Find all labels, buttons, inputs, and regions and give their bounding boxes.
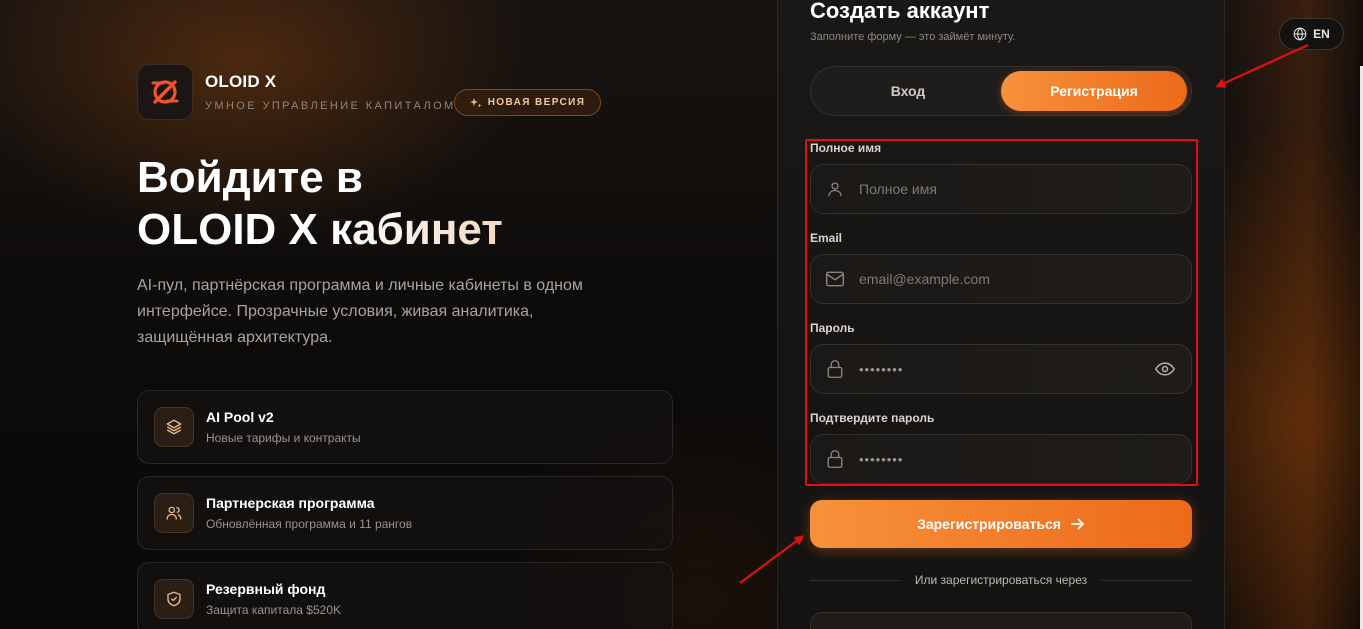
divider-text: Или зарегистрироваться через <box>914 573 1088 587</box>
badge-label: НОВАЯ ВЕРСИЯ <box>487 97 586 108</box>
feature-card-partner: Партнерская программа Обновлённая програ… <box>137 476 673 550</box>
name-field[interactable]: Полное имя <box>810 164 1192 214</box>
feature-subtitle: Обновлённая программа и 11 рангов <box>206 517 413 531</box>
brand: OLOID X УМНОЕ УПРАВЛЕНИЕ КАПИТАЛОМ <box>137 64 456 120</box>
confirm-password-input[interactable]: •••••••• <box>859 452 1191 467</box>
email-label: Email <box>810 231 843 245</box>
feature-subtitle: Защита капитала $520K <box>206 603 341 617</box>
logo <box>137 64 193 120</box>
title-line-1: Войдите в <box>137 153 363 202</box>
language-label: EN <box>1313 27 1330 41</box>
sparkle-icon <box>469 97 482 107</box>
password-field[interactable]: •••••••• <box>810 344 1192 394</box>
feature-card-ai-pool: AI Pool v2 Новые тарифы и контракты <box>137 390 673 464</box>
globe-icon <box>1293 27 1307 41</box>
shield-icon <box>167 591 181 607</box>
name-label: Полное имя <box>810 141 882 155</box>
confirm-password-label: Подтвердите пароль <box>810 411 935 425</box>
register-button[interactable]: Зарегистрироваться <box>810 500 1192 548</box>
name-input[interactable]: Полное имя <box>859 181 1191 197</box>
language-switcher[interactable]: EN <box>1279 18 1344 50</box>
password-label: Пароль <box>810 321 855 335</box>
hero-description: AI-пул, партнёрская программа и личные к… <box>137 277 583 346</box>
social-login-button[interactable] <box>810 612 1192 629</box>
auth-tabs: Вход Регистрация <box>810 66 1192 116</box>
form-subtitle: Заполните форму — это займёт минуту. <box>810 31 1016 43</box>
feature-title: Партнерская программа <box>206 495 375 511</box>
user-icon <box>828 182 842 197</box>
form-title: Создать аккаунт <box>810 0 990 23</box>
page-title: Войдите в OLOID X кабинет <box>137 152 503 256</box>
lock-icon <box>827 360 843 378</box>
logo-icon <box>151 80 179 104</box>
tab-register[interactable]: Регистрация <box>1001 71 1187 111</box>
feature-title: Резервный фонд <box>206 581 326 597</box>
confirm-password-field[interactable]: •••••••• <box>810 434 1192 484</box>
right-glow <box>1225 0 1363 629</box>
password-input[interactable]: •••••••• <box>859 362 1139 377</box>
new-version-badge: НОВАЯ ВЕРСИЯ <box>454 89 601 116</box>
tab-login[interactable]: Вход <box>815 71 1001 111</box>
brand-name: OLOID X <box>205 72 277 91</box>
email-field[interactable]: email@example.com <box>810 254 1192 304</box>
feature-subtitle: Новые тарифы и контракты <box>206 431 361 445</box>
eye-icon <box>1155 362 1175 376</box>
lock-icon <box>827 450 843 468</box>
brand-tagline: УМНОЕ УПРАВЛЕНИЕ КАПИТАЛОМ <box>205 100 456 112</box>
feature-title: AI Pool v2 <box>206 409 274 425</box>
title-line-2: OLOID X кабинет <box>137 205 503 254</box>
users-icon <box>166 506 182 520</box>
email-input[interactable]: email@example.com <box>859 271 1191 287</box>
layers-icon <box>166 419 182 435</box>
arrow-right-icon <box>1071 518 1084 530</box>
toggle-password-visibility[interactable] <box>1139 362 1191 376</box>
register-button-label: Зарегистрироваться <box>917 516 1061 532</box>
mail-icon <box>825 271 845 287</box>
social-divider: Или зарегистрироваться через <box>810 570 1193 590</box>
feature-card-reserve: Резервный фонд Защита капитала $520K <box>137 562 673 629</box>
